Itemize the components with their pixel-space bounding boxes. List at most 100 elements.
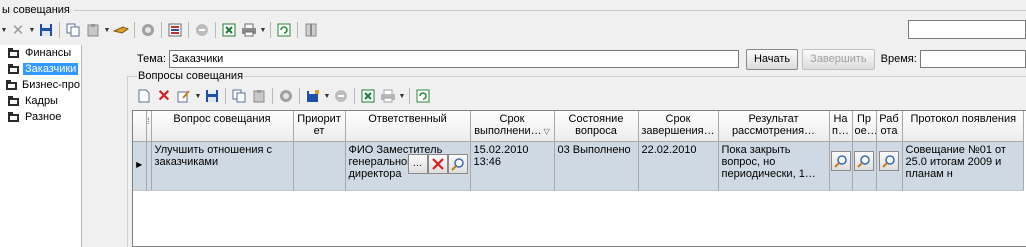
top-search-input[interactable] (908, 20, 1026, 39)
magnifier-icon (857, 154, 870, 168)
toolbar-separator (161, 22, 162, 38)
cell-responsible[interactable]: ФИО Заместитель генеральног директора … (345, 141, 471, 191)
print-dropdown-arrow-icon[interactable]: ▼ (259, 27, 267, 34)
new-dropdown-arrow-icon[interactable]: ▼ (0, 27, 8, 34)
save-group-dropdown-arrow-icon[interactable]: ▼ (323, 93, 331, 100)
questions-toolbar: ✕ ▼ ▼ ▼ (134, 85, 433, 107)
paste-icon[interactable] (83, 20, 103, 40)
tree-item-customers[interactable]: Заказчики (0, 61, 81, 77)
column-header-na[interactable]: На п… (829, 111, 853, 142)
questions-grid: ⁞ Вопрос совещания Приорит ет Ответствен… (132, 110, 1026, 247)
toolbar-separator (59, 22, 60, 38)
toolbar-separator (225, 88, 226, 104)
disabled-circle-icon[interactable] (331, 86, 351, 106)
cell-finish-date[interactable]: 22.02.2010 (638, 141, 719, 191)
lookup-button[interactable] (879, 150, 899, 171)
split-view-icon[interactable] (301, 20, 321, 40)
delete-icon[interactable]: ✕ (8, 20, 28, 40)
cell-na[interactable] (829, 141, 853, 191)
column-header-priority[interactable]: Приорит ет (293, 111, 346, 142)
export-excel-icon[interactable] (219, 20, 239, 40)
cell-work[interactable] (876, 141, 903, 191)
copy-icon[interactable] (63, 20, 83, 40)
delete-dropdown-arrow-icon[interactable]: ▼ (28, 27, 36, 34)
column-header-deadline-label: Срок выполнени… (474, 113, 542, 137)
cell-question[interactable]: Улучшить отношения с заказчиками (151, 141, 294, 191)
subject-input[interactable]: Заказчики (168, 50, 739, 68)
edit-dropdown-arrow-icon[interactable]: ▼ (194, 93, 202, 100)
column-header-question[interactable]: Вопрос совещания (151, 111, 294, 142)
tree-item-business[interactable]: Бизнес-про (0, 77, 81, 93)
cell-pr[interactable] (852, 141, 877, 191)
cell-deadline[interactable]: 15.02.2010 13:46 (470, 141, 555, 191)
toolbar-separator (272, 88, 273, 104)
export-excel-icon[interactable] (358, 86, 378, 106)
questions-group: Вопросы совещания ✕ ▼ ▼ ▼ ⁞ Вопрос совещ… (127, 70, 1026, 247)
column-header-result[interactable]: Результат рассмотрения… (718, 111, 830, 142)
magnifier-icon (833, 154, 847, 168)
cell-state[interactable]: 03 Выполнено (554, 141, 639, 191)
window-caption: ы совещания (2, 4, 70, 16)
toolbar-separator (297, 22, 298, 38)
row-indicator[interactable]: ▶ (133, 141, 147, 191)
save-icon[interactable] (36, 20, 56, 40)
clear-button[interactable] (427, 153, 448, 174)
new-document-icon[interactable] (134, 86, 154, 106)
paste-icon[interactable] (249, 86, 269, 106)
refresh-circle-icon[interactable] (276, 86, 296, 106)
column-header-pr[interactable]: Пр ое… (852, 111, 877, 142)
tree-item-misc[interactable]: Разное (0, 109, 81, 125)
top-toolbar: ▼ ✕ ▼ ▼ ▼ (0, 18, 1026, 42)
column-header-work[interactable]: Раб ота (876, 111, 903, 142)
toolbar-separator (215, 22, 216, 38)
toolbar-separator (354, 88, 355, 104)
table-row[interactable]: ▶ Улучшить отношения с заказчиками ФИО З… (133, 141, 1024, 191)
print-icon[interactable] (239, 20, 259, 40)
cell-result[interactable]: Пока закрыть вопрос, но периодически, 1… (718, 141, 830, 191)
refresh-circle-icon[interactable] (138, 20, 158, 40)
clear-x-icon (431, 157, 444, 170)
edit-icon[interactable] (174, 86, 194, 106)
tree-item-finance[interactable]: Финансы (0, 45, 81, 61)
reload-icon[interactable] (274, 20, 294, 40)
disabled-circle-icon[interactable] (192, 20, 212, 40)
reload-icon[interactable] (413, 86, 433, 106)
tree-item-label: Финансы (25, 47, 72, 59)
cell-priority[interactable] (293, 141, 346, 191)
row-indicator-header (133, 111, 147, 142)
tree-item-label: Кадры (25, 95, 58, 107)
print-icon[interactable] (378, 86, 398, 106)
cell-protocol[interactable]: Совещание №01 от 25.0 итогам 2009 и план… (902, 141, 1024, 191)
save-icon[interactable] (202, 86, 222, 106)
tree-item-label: Бизнес-про (22, 79, 80, 91)
column-header-state[interactable]: Состояние вопроса (554, 111, 639, 142)
ellipsis-button[interactable]: … (407, 153, 428, 174)
hand-lookup-icon[interactable] (111, 20, 131, 40)
print-dropdown-arrow-icon[interactable]: ▼ (398, 93, 406, 100)
cell-na-wrap (830, 142, 852, 171)
questions-table: ⁞ Вопрос совещания Приорит ет Ответствен… (133, 111, 1024, 191)
time-input[interactable] (919, 50, 1026, 68)
column-header-deadline[interactable]: Срок выполнени… ▽ (470, 111, 555, 142)
toolbar-separator (299, 88, 300, 104)
toolbar-separator (188, 22, 189, 38)
tree-item-staff[interactable]: Кадры (0, 93, 81, 109)
delete-icon[interactable]: ✕ (154, 86, 174, 106)
column-header-finish-date[interactable]: Срок завершения… (638, 111, 719, 142)
magnifier-icon (450, 157, 464, 171)
column-header-protocol[interactable]: Протокол появления (902, 111, 1024, 142)
save-group-icon[interactable] (303, 86, 323, 106)
caption-divider (74, 10, 1026, 11)
start-button[interactable]: Начать (745, 48, 799, 70)
finish-button[interactable]: Завершить (802, 48, 875, 70)
lookup-button[interactable] (854, 150, 874, 171)
copy-icon[interactable] (229, 86, 249, 106)
list-icon[interactable] (165, 20, 185, 40)
lookup-button[interactable] (830, 150, 851, 171)
column-header-responsible[interactable]: Ответственный (345, 111, 471, 142)
lookup-button[interactable] (447, 153, 468, 174)
main-panel: Тема: Заказчики Начать Завершить Время: … (83, 45, 1026, 247)
paste-dropdown-arrow-icon[interactable]: ▼ (103, 27, 111, 34)
folder-icon (5, 46, 21, 60)
responsible-cell-content: ФИО Заместитель генеральног директора … (349, 144, 468, 188)
